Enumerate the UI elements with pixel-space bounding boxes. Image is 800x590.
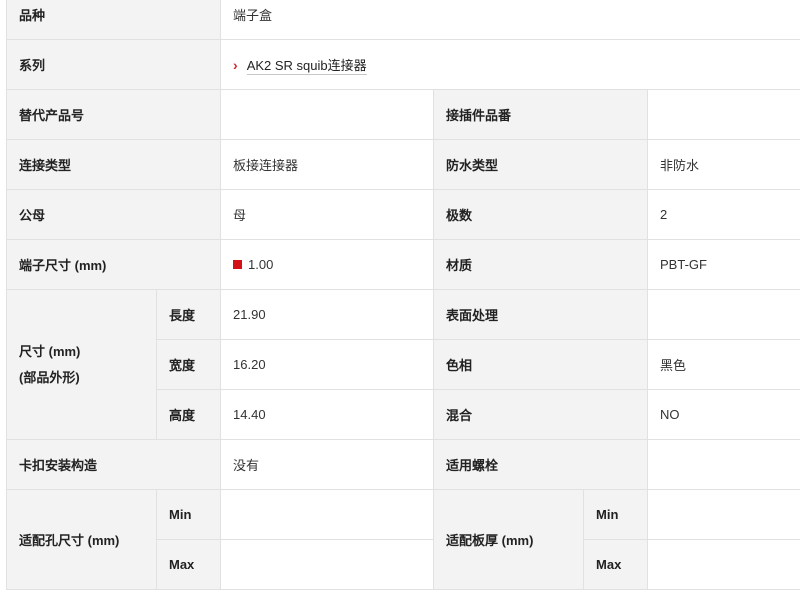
value-connector-part (647, 89, 800, 140)
value-poles: 2 (647, 189, 800, 240)
row-clip: 卡扣安装构造 没有 适用螺栓 (5, 439, 800, 490)
label-alt-part: 替代产品号 (5, 89, 222, 140)
value-conn-type: 板接连接器 (220, 139, 435, 190)
label-board-thickness: 适配板厚 (mm) (433, 489, 585, 590)
label-color: 色相 (433, 339, 649, 390)
label-poles: 极数 (433, 189, 649, 240)
label-width: 宽度 (155, 339, 222, 390)
value-width: 16.20 (220, 339, 435, 390)
row-alt-part: 替代产品号 接插件品番 (5, 89, 800, 140)
label-board-max: Max (583, 539, 649, 590)
value-hole-min (220, 489, 435, 540)
label-dimension-line1: 尺寸 (mm) (19, 343, 81, 359)
value-board-min (647, 489, 800, 540)
label-hole-min: Min (155, 489, 222, 540)
terminal-size-text: 1.00 (248, 257, 274, 272)
label-connector-part: 接插件品番 (433, 89, 649, 140)
row-conn-type: 连接类型 板接连接器 防水类型 非防水 (5, 139, 800, 190)
label-height: 高度 (155, 389, 222, 440)
value-bolt (647, 439, 800, 490)
label-hole-size: 适配孔尺寸 (mm) (6, 489, 157, 590)
value-color: 黑色 (647, 339, 800, 390)
value-clip: 没有 (220, 439, 435, 490)
value-terminal-size: 1.00 (220, 239, 435, 290)
row-terminal: 端子尺寸 (mm) 1.00 材质 PBT-GF (5, 239, 800, 290)
value-gender: 母 (220, 189, 435, 240)
label-board-min: Min (583, 489, 649, 540)
label-gender: 公母 (5, 189, 222, 240)
label-series: 系列 (5, 39, 222, 90)
label-hinshu: 品种 (5, 0, 222, 40)
label-surface: 表面处理 (433, 289, 649, 340)
label-material: 材质 (433, 239, 649, 290)
row-hinshu: 品种 端子盒 (5, 0, 800, 40)
series-link[interactable]: AK2 SR squib连接器 (246, 58, 367, 75)
chevron-right-icon: › (233, 57, 238, 73)
value-length: 21.90 (220, 289, 435, 340)
label-conn-type: 连接类型 (5, 139, 222, 190)
label-hole-max: Max (155, 539, 222, 590)
value-hole-max (220, 539, 435, 590)
label-clip: 卡扣安装构造 (5, 439, 222, 490)
row-gender: 公母 母 极数 2 (5, 189, 800, 240)
row-series: 系列 › AK2 SR squib连接器 (5, 39, 800, 90)
value-alt-part (220, 89, 435, 140)
value-mixed: NO (647, 389, 800, 440)
row-dimension-length: 尺寸 (mm) (部品外形) 長度 21.90 表面处理 (6, 289, 800, 440)
value-waterproof: 非防水 (647, 139, 800, 190)
label-dimension-line2: (部品外形) (19, 369, 80, 385)
value-height: 14.40 (220, 389, 435, 440)
label-length: 長度 (155, 289, 222, 340)
row-hole-min: 适配孔尺寸 (mm) Min 适配板厚 (mm) Min (6, 489, 800, 590)
value-series: › AK2 SR squib连接器 (220, 39, 800, 90)
label-terminal-size: 端子尺寸 (mm) (5, 239, 222, 290)
label-bolt: 适用螺栓 (433, 439, 649, 490)
label-dimension: 尺寸 (mm) (部品外形) (6, 289, 157, 440)
label-mixed: 混合 (433, 389, 649, 440)
spec-table: 品种 端子盒 系列 › AK2 SR squib连接器 替代产品号 接插件品番 连… (5, 0, 800, 590)
red-square-icon (233, 260, 243, 269)
label-waterproof: 防水类型 (433, 139, 649, 190)
value-surface (647, 289, 800, 340)
value-material: PBT-GF (647, 239, 800, 290)
value-hinshu: 端子盒 (220, 0, 800, 40)
value-board-max (647, 539, 800, 590)
